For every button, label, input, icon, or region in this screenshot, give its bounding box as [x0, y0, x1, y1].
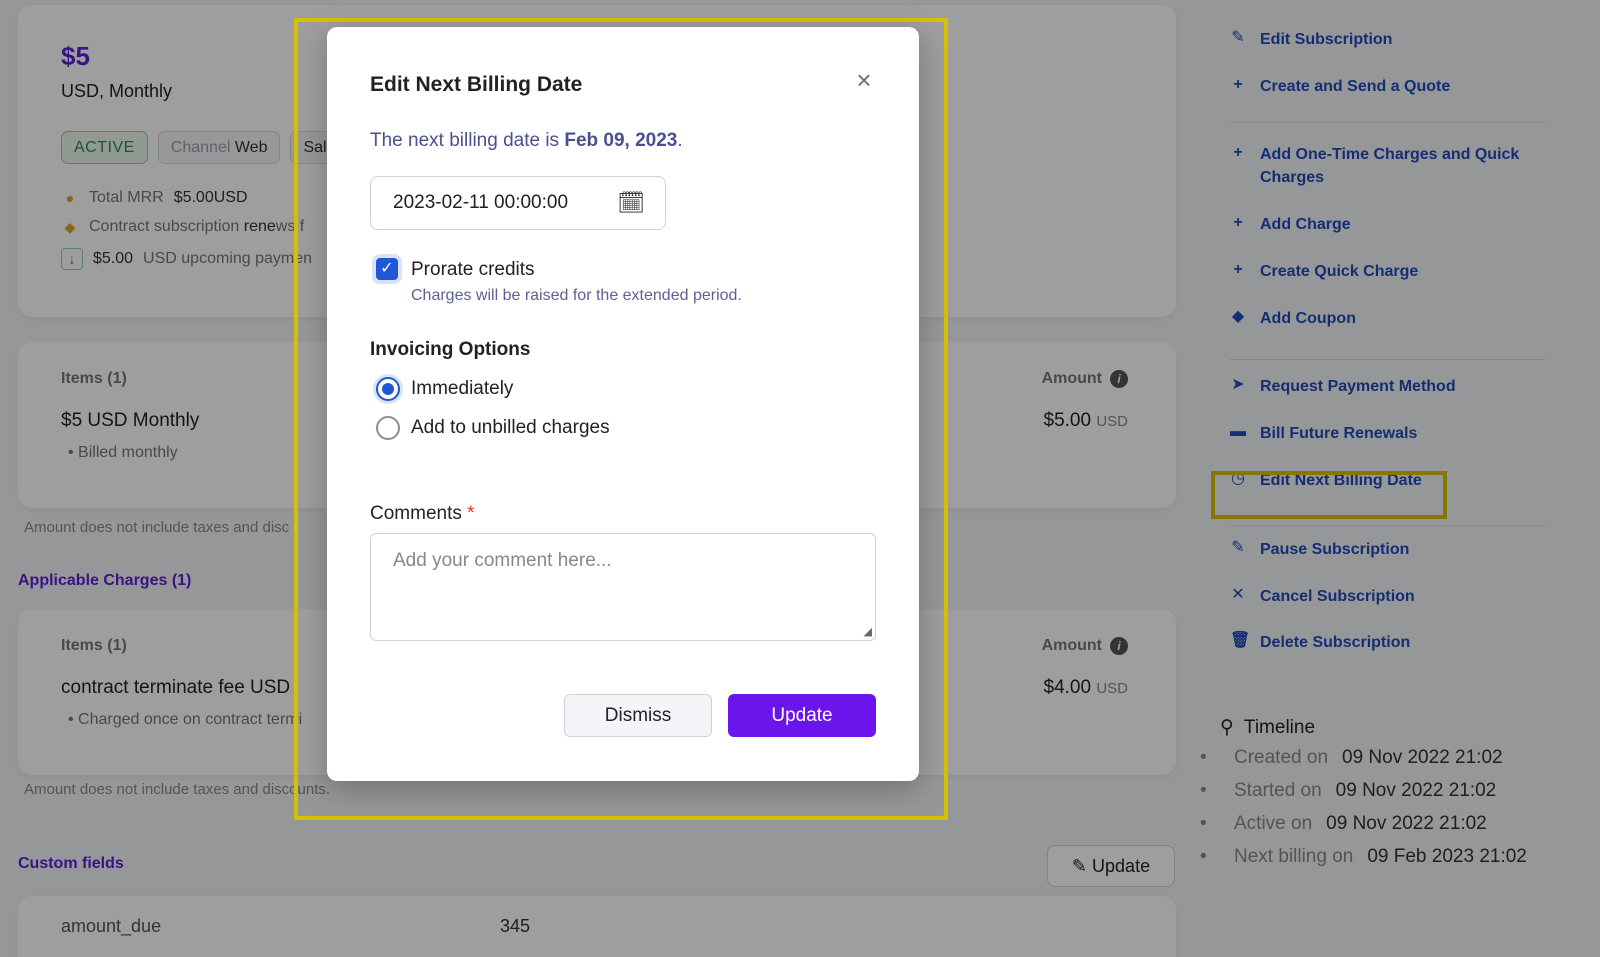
- next-billing-info-suffix: .: [677, 130, 683, 151]
- next-billing-info: The next billing date is Feb 09, 2023.: [370, 130, 683, 152]
- dialog-title: Edit Next Billing Date: [370, 73, 583, 96]
- comments-placeholder: Add your comment here...: [393, 550, 612, 571]
- billing-date-input[interactable]: 2023-02-11 00:00:00 🗓: [370, 176, 666, 230]
- radio-immediately-label[interactable]: Immediately: [411, 378, 513, 400]
- prorate-credits-label[interactable]: Prorate credits: [411, 259, 535, 281]
- next-billing-info-prefix: The next billing date is: [370, 130, 560, 151]
- prorate-credits-checkbox[interactable]: ✓: [376, 258, 398, 280]
- billing-date-value: 2023-02-11 00:00:00: [393, 192, 569, 213]
- radio-add-to-unbilled-label[interactable]: Add to unbilled charges: [411, 417, 610, 439]
- calendar-clock-icon[interactable]: 🗓: [617, 190, 645, 216]
- edit-next-billing-date-dialog: Edit Next Billing Date × The next billin…: [327, 27, 919, 781]
- close-icon[interactable]: ×: [851, 67, 877, 93]
- update-button[interactable]: Update: [728, 694, 876, 737]
- invoicing-options-title: Invoicing Options: [370, 339, 531, 360]
- prorate-credits-help: Charges will be raised for the extended …: [411, 287, 742, 304]
- comments-textarea[interactable]: Add your comment here... ◢: [370, 533, 876, 641]
- comments-label: Comments *: [370, 503, 475, 525]
- comments-label-text: Comments: [370, 503, 462, 524]
- radio-immediately[interactable]: [376, 377, 400, 401]
- next-billing-info-date: Feb 09, 2023: [564, 130, 678, 151]
- required-marker: *: [467, 503, 475, 524]
- dismiss-button[interactable]: Dismiss: [564, 694, 712, 737]
- resize-handle-icon[interactable]: ◢: [864, 625, 872, 638]
- radio-add-to-unbilled[interactable]: [376, 416, 400, 440]
